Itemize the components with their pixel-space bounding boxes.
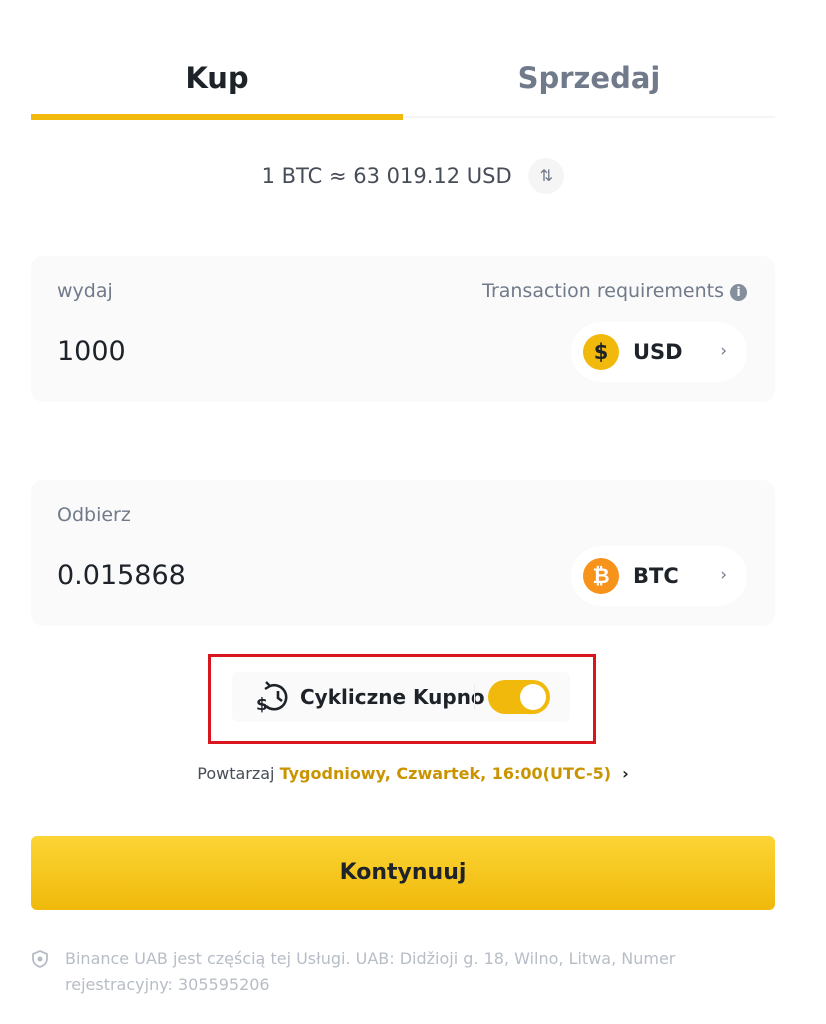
exchange-rate-text: 1 BTC ≈ 63 019.12 USD <box>261 164 512 188</box>
spend-label: wydaj <box>57 280 113 302</box>
legal-footer-text: Binance UAB jest częścią tej Usługi. UAB… <box>65 949 676 994</box>
recurring-buy-row: $ Cykliczne Kupno <box>232 672 570 722</box>
tab-buy[interactable]: Kup <box>31 40 403 120</box>
continue-button[interactable]: Kontynuuj <box>31 836 775 910</box>
chevron-right-icon: › <box>720 565 727 585</box>
info-icon[interactable]: i <box>730 284 747 301</box>
legal-footer: Binance UAB jest częścią tej Usługi. UAB… <box>31 946 731 998</box>
spend-card: wydaj Transaction requirements i 1000 $ U… <box>31 256 775 402</box>
tab-divider <box>403 116 775 118</box>
active-tab-indicator <box>31 114 403 120</box>
recurring-buy-label: Cykliczne Kupno <box>300 685 485 709</box>
exchange-rate: 1 BTC ≈ 63 019.12 USD ⇅ <box>0 158 826 194</box>
shield-icon <box>32 950 48 968</box>
transaction-requirements-label: Transaction requirements <box>482 280 724 302</box>
btc-coin-icon: ₿ <box>583 558 619 594</box>
recurring-dollar-clock-icon: $ <box>256 681 288 714</box>
recurring-buy-toggle[interactable] <box>488 680 550 714</box>
receive-label: Odbierz <box>57 504 131 526</box>
spend-currency-code: USD <box>633 340 683 364</box>
receive-currency-code: BTC <box>633 564 679 588</box>
svg-text:$: $ <box>256 695 268 714</box>
usd-coin-icon: $ <box>583 334 619 370</box>
receive-currency-selector[interactable]: ₿ BTC › <box>571 546 747 606</box>
spend-amount-input[interactable]: 1000 <box>57 336 126 367</box>
repeat-schedule-value: Tygodniowy, Czwartek, 16:00(UTC-5) <box>279 764 612 783</box>
transaction-requirements[interactable]: Transaction requirements i <box>482 280 747 302</box>
buy-sell-tabs: Kup Sprzedaj <box>31 40 775 120</box>
receive-card: Odbierz 0.015868 ₿ BTC › <box>31 480 775 626</box>
toggle-knob <box>520 684 546 710</box>
divider <box>474 684 475 710</box>
chevron-right-icon: › <box>720 341 727 361</box>
chevron-right-icon: › <box>622 764 629 783</box>
spend-currency-selector[interactable]: $ USD › <box>571 322 747 382</box>
tab-sell[interactable]: Sprzedaj <box>403 40 775 120</box>
repeat-prefix: Powtarzaj <box>197 764 275 783</box>
swap-vertical-icon[interactable]: ⇅ <box>528 158 565 194</box>
repeat-schedule-link[interactable]: Powtarzaj Tygodniowy, Czwartek, 16:00(UT… <box>0 764 826 783</box>
receive-amount-input[interactable]: 0.015868 <box>57 560 186 591</box>
